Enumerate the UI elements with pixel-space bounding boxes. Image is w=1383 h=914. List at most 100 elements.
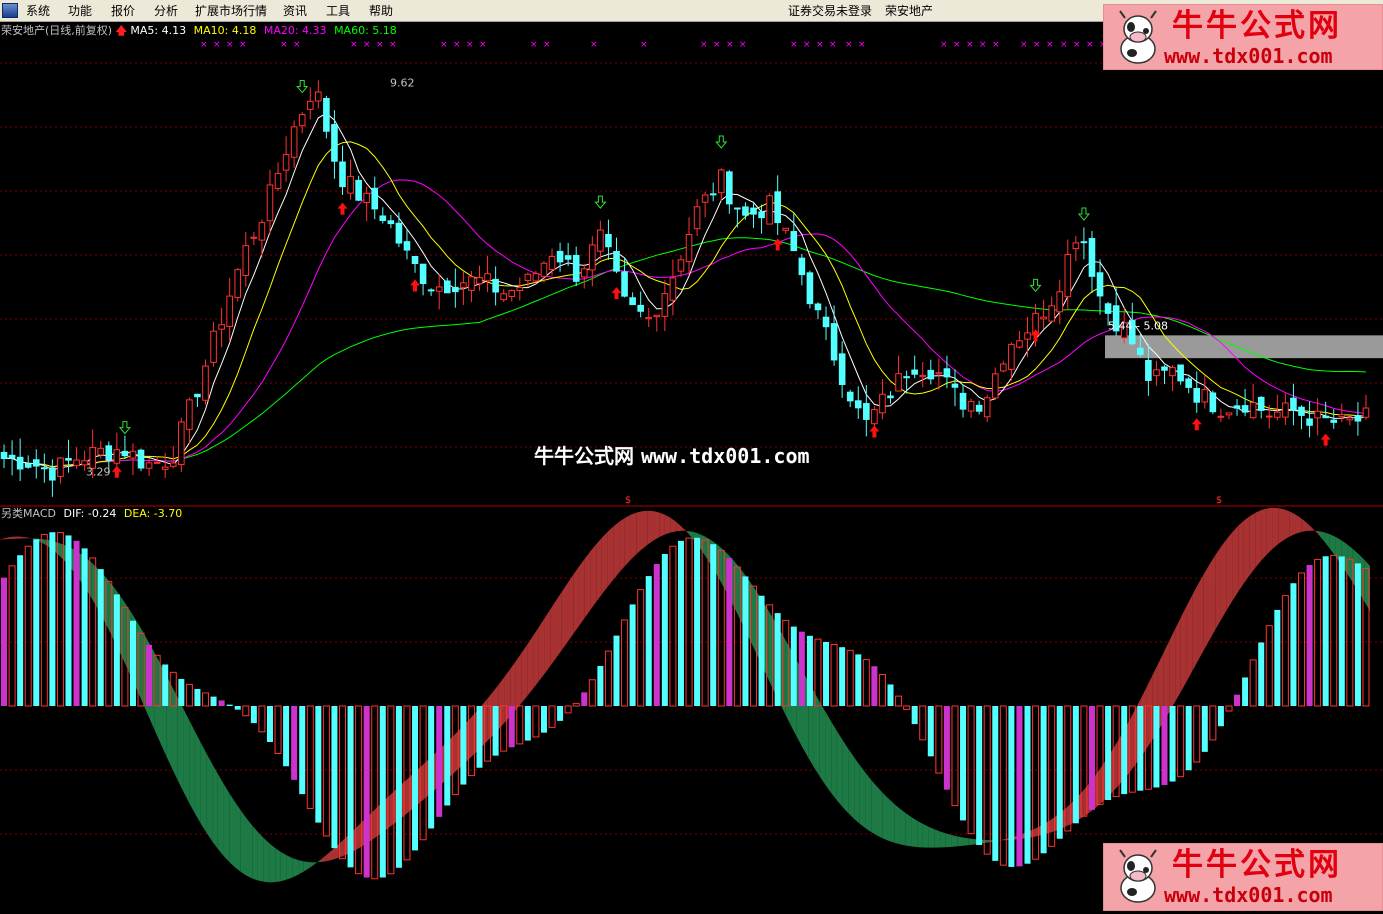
candle-down [927,369,935,380]
macd-band-segment [911,817,918,848]
candle-down [355,179,362,201]
login-status[interactable]: 证券交易未登录 [788,2,872,20]
candle-down [806,272,814,305]
candle-up [766,195,773,225]
macd-bar-down [234,706,241,710]
menu-system[interactable]: 系统 [26,2,50,20]
macd-band-segment [1261,508,1267,561]
app-logo-icon[interactable] [2,3,18,18]
macd-band-segment [1278,508,1285,545]
macd-bar-down [162,664,169,706]
menu-tools[interactable]: 工具 [326,2,350,20]
macd-band-segment [200,742,207,833]
candle-down [621,271,628,297]
red-up-arrow-icon: 🡅 [115,24,127,37]
macd-band-segment [653,511,660,541]
candle-down [798,257,806,276]
candle-down [750,207,757,215]
candle-down [387,220,395,225]
candle-up [1217,415,1225,418]
macd-band-segment [613,521,620,580]
candle-down [8,454,16,459]
macd-band-segment [636,511,643,555]
magenta-x-icon: × [389,40,397,50]
candle-down [339,161,346,188]
candle-up [516,286,524,292]
macd-bar-down [597,665,604,706]
candle-down [0,451,8,460]
macd-bar-down [129,620,136,706]
macd-bar-down [629,604,636,706]
menu-analysis[interactable]: 分析 [154,2,178,20]
menu-function[interactable]: 功能 [68,2,92,20]
candle-up [153,461,161,464]
candle-up [661,293,669,317]
macd-bar-neutral [581,692,588,706]
menu-extended-market[interactable]: 扩展市场行情 [195,2,267,20]
macd-bar-down [1322,556,1329,706]
macd-bar-down [266,706,273,743]
macd-band-segment [888,798,895,843]
macd-bar-neutral [436,706,443,817]
macd-band-segment [934,829,941,848]
candle-up [991,373,999,399]
macd-bar-down [1121,706,1128,795]
menu-help[interactable]: 帮助 [369,2,393,20]
candle-up [1201,389,1209,403]
target-zone-band [1105,335,1383,359]
macd-band-segment [567,574,574,643]
macd-bar-down [1354,563,1361,706]
macd-bar-down [1056,706,1063,839]
candle-down [863,403,870,420]
macd-band-segment [515,652,522,710]
macd-band-segment [280,851,287,882]
menu-news[interactable]: 资讯 [283,2,307,20]
macd-band-segment [1215,546,1221,630]
candle-down [16,456,24,470]
magenta-x-icon: × [453,40,461,50]
high-price-label: 9.62 [390,76,415,89]
candle-up [234,269,242,298]
candle-down [1306,418,1313,426]
macd-bar-neutral [363,706,370,878]
candle-up [202,365,209,401]
macd-band-segment [607,526,614,587]
macd-band-segment [171,686,178,781]
candle-up [1314,410,1321,419]
candle-down [726,171,733,205]
macd-bar-down [1258,642,1265,706]
macd-bar-down [1274,609,1281,706]
candle-down [403,241,411,251]
candle-up [347,175,354,194]
candle-up [677,259,685,272]
center-watermark: 牛牛公式网 www.tdx001.com [534,443,810,469]
macd-bar-down [1008,706,1015,867]
macd-band-segment [1180,606,1187,692]
magenta-x-icon: × [940,40,948,50]
macd-band-segment [831,721,837,801]
magenta-x-icon: × [590,40,598,50]
macd-band-segment [928,826,935,848]
macd-bar-down [976,706,983,846]
magenta-x-icon: × [530,40,538,50]
macd-bar-down [113,594,120,706]
candle-up [540,262,548,277]
candle-up [113,449,121,464]
macd-band-segment [1266,507,1273,555]
magenta-x-icon: × [1046,40,1054,50]
candle-up [701,194,709,203]
macd-band-segment [263,838,270,883]
magenta-x-icon: × [845,40,853,50]
macd-band-segment [275,848,281,883]
macd-band-segment [527,635,534,696]
menu-quote[interactable]: 报价 [111,2,135,20]
candle-down [903,376,910,379]
candle-up [597,229,604,252]
candle-up [1338,413,1346,418]
magenta-x-icon: × [293,40,301,50]
magenta-x-icon: × [440,40,448,50]
magenta-x-icon: × [200,40,208,50]
candle-down [1322,415,1329,419]
macd-band-segment [825,711,832,793]
macd-bar-neutral [1161,706,1168,786]
